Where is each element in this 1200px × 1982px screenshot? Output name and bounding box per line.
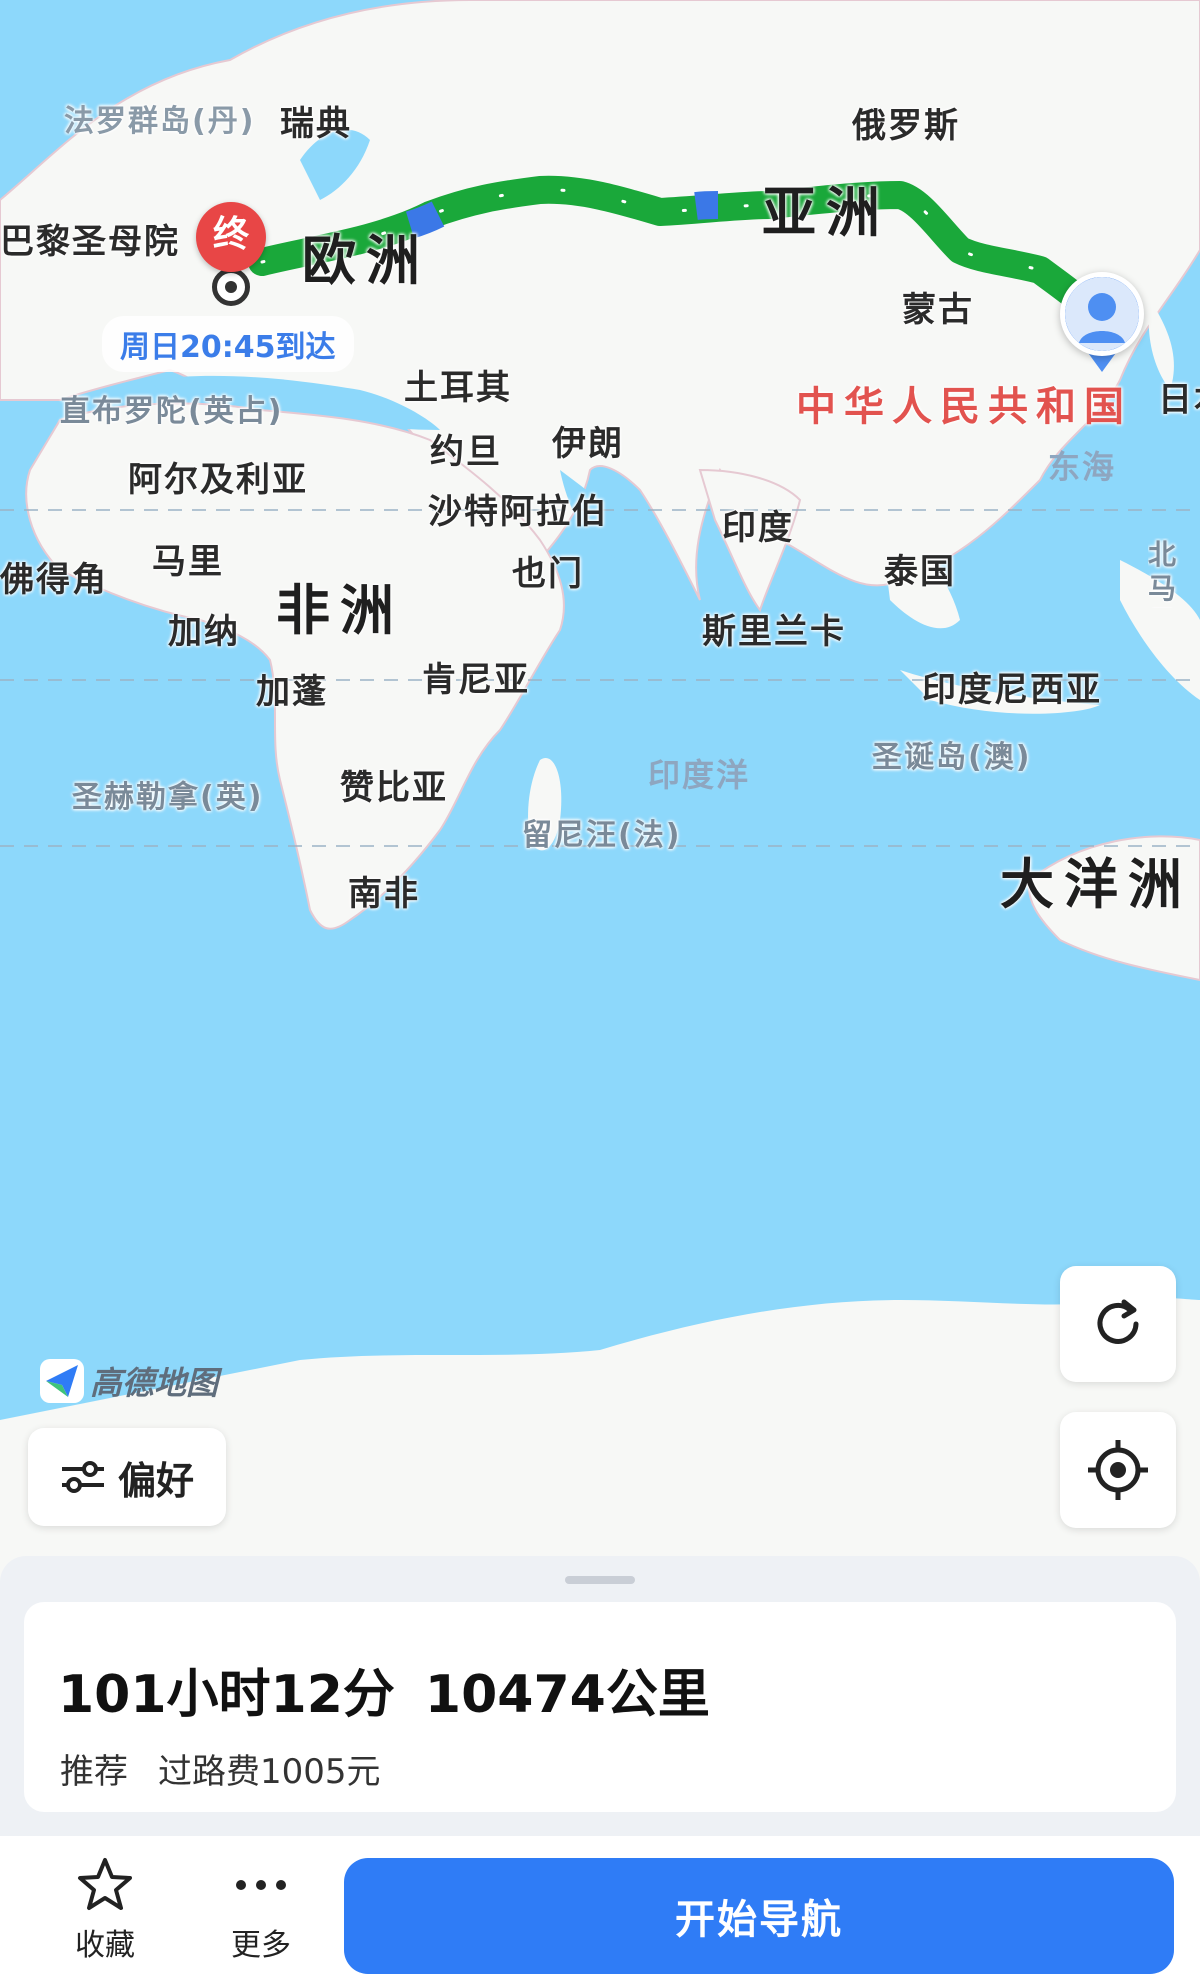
label-africa: 非洲 — [276, 579, 404, 642]
label-sweden: 瑞典 — [280, 104, 352, 144]
label-gabon: 加蓬 — [256, 672, 328, 712]
more-button[interactable]: 更多 — [206, 1850, 316, 1964]
favorite-button[interactable]: 收藏 — [50, 1850, 160, 1964]
route-duration: 101小时12分 — [58, 1665, 395, 1725]
label-europe: 欧洲 — [302, 229, 430, 292]
label-n-mariana: 北马里亚纳群岛 — [1148, 538, 1179, 608]
label-algeria: 阿尔及利亚 — [128, 460, 308, 500]
eta-bubble: 周日20:45到达 — [102, 316, 354, 372]
start-marker-avatar[interactable] — [1060, 272, 1144, 356]
label-kenya: 肯尼亚 — [422, 660, 530, 700]
label-st-helena: 圣赫勒拿(英) — [72, 780, 264, 815]
route-sheet: 101小时12分 10474公里 推荐 过路费1005元 收藏 更多 开始导航 — [0, 1556, 1200, 1982]
more-dots-icon — [236, 1880, 286, 1890]
label-zambia: 赞比亚 — [340, 768, 448, 808]
route-card[interactable]: 101小时12分 10474公里 推荐 过路费1005元 — [24, 1602, 1176, 1812]
sliders-icon — [61, 1461, 104, 1493]
label-oceania: 大洋洲 — [1000, 853, 1192, 916]
label-south-africa: 南非 — [348, 874, 420, 914]
end-marker[interactable]: 终 — [196, 202, 266, 272]
amap-logo-icon — [40, 1359, 84, 1403]
sheet-drag-handle[interactable] — [565, 1576, 635, 1584]
route-toll: 过路费1005元 — [158, 1752, 381, 1792]
label-thailand: 泰国 — [884, 552, 956, 592]
preference-button[interactable]: 偏好 — [28, 1428, 226, 1526]
star-icon — [78, 1858, 132, 1910]
user-avatar-icon — [1065, 277, 1139, 351]
label-christmas: 圣诞岛(澳) — [872, 740, 1032, 775]
favorite-label: 收藏 — [75, 1928, 135, 1963]
refresh-button[interactable] — [1060, 1266, 1176, 1382]
label-india: 印度 — [722, 508, 794, 548]
map-view[interactable]: 法罗群岛(丹) 瑞典 俄罗斯 巴黎圣母院 欧洲 亚洲 蒙古 中华人民共和国 日本… — [0, 0, 1200, 1620]
label-china: 中华人民共和国 — [796, 384, 1132, 430]
label-mali: 马里 — [152, 542, 224, 582]
label-mongolia: 蒙古 — [902, 290, 974, 330]
label-russia: 俄罗斯 — [852, 106, 960, 146]
preference-label: 偏好 — [117, 1458, 194, 1503]
amap-logo: 高德地图 — [40, 1358, 218, 1404]
label-turkey: 土耳其 — [404, 368, 512, 408]
more-label: 更多 — [231, 1928, 291, 1963]
label-east-sea: 东海 — [1048, 448, 1117, 486]
label-indonesia: 印度尼西亚 — [922, 670, 1102, 710]
locate-button[interactable] — [1060, 1412, 1176, 1528]
amap-logo-text: 高德地图 — [90, 1364, 219, 1402]
route-distance: 10474公里 — [424, 1665, 710, 1725]
label-asia: 亚洲 — [762, 181, 890, 244]
label-indian-ocean: 印度洋 — [648, 756, 751, 794]
label-saudi: 沙特阿拉伯 — [428, 492, 608, 532]
refresh-icon — [1097, 1299, 1139, 1344]
route-details: 推荐 过路费1005元 — [60, 1744, 381, 1793]
label-cape-verde: 佛得角 — [0, 560, 108, 600]
label-gibraltar: 直布罗陀(英占) — [60, 394, 284, 429]
bottom-action-bar: 收藏 更多 开始导航 — [0, 1836, 1200, 1982]
label-japan: 日本 — [1158, 380, 1200, 420]
route-tag: 推荐 — [60, 1752, 128, 1792]
label-iran: 伊朗 — [552, 424, 624, 464]
label-jordan: 约旦 — [430, 432, 502, 472]
locate-icon — [1088, 1440, 1148, 1500]
label-faroe: 法罗群岛(丹) — [64, 104, 256, 139]
label-yemen: 也门 — [512, 554, 584, 594]
label-notre-dame: 巴黎圣母院 — [0, 222, 180, 262]
label-ghana: 加纳 — [168, 612, 240, 652]
route-summary: 101小时12分 10474公里 — [58, 1652, 710, 1727]
label-reunion: 留尼汪(法) — [522, 818, 682, 853]
end-point-dot — [212, 268, 250, 306]
start-navigation-button[interactable]: 开始导航 — [344, 1858, 1174, 1974]
label-sri-lanka: 斯里兰卡 — [702, 612, 846, 652]
